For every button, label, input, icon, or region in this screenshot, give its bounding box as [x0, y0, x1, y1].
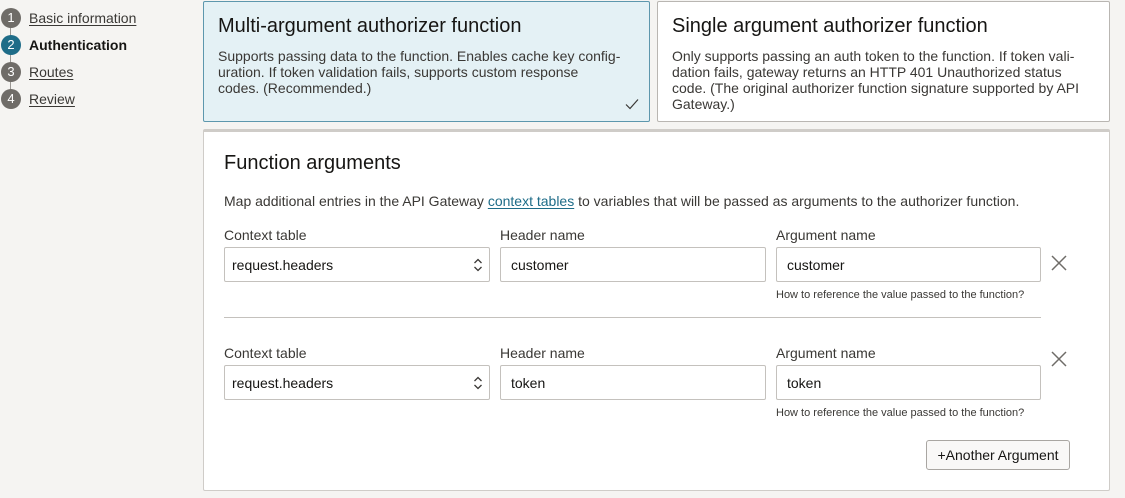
- multi-argument-card-description: Supports passing data to the function. E…: [218, 48, 635, 96]
- step-label-review[interactable]: Review: [29, 91, 75, 107]
- add-another-argument-button[interactable]: +Another Argument: [926, 440, 1070, 470]
- intro-text-after: to variables that will be passed as argu…: [574, 193, 1020, 209]
- step-number-3: 3: [1, 61, 21, 82]
- step-number-2: 2: [1, 34, 21, 55]
- single-argument-card-title: Single argument authorizer function: [672, 15, 988, 37]
- row-divider: [224, 317, 1041, 318]
- argument-name-hint: How to reference the value passed to the…: [776, 289, 1025, 301]
- desc-line: Supports passing data to the function. E…: [218, 48, 621, 64]
- desc-line: codes. (Recommended.): [218, 80, 372, 96]
- desc-line: uration. If token validation fails, supp…: [218, 64, 579, 80]
- header-name-input[interactable]: token: [500, 365, 766, 400]
- close-icon[interactable]: [1048, 252, 1070, 274]
- step-label-routes[interactable]: Routes: [29, 64, 73, 80]
- desc-line: code. (The original authorizer function …: [672, 80, 1080, 96]
- context-table-select[interactable]: request.headers: [224, 247, 490, 282]
- context-table-value: request.headers: [232, 374, 334, 391]
- chevron-updown-icon: [474, 376, 482, 390]
- step-number-1: 1: [1, 7, 21, 28]
- argument-name-label: Argument name: [776, 227, 876, 243]
- header-name-label: Header name: [500, 345, 585, 361]
- context-table-value: request.headers: [232, 256, 334, 273]
- context-table-label: Context table: [224, 345, 307, 361]
- single-argument-card-description: Only supports passing an auth token to t…: [672, 48, 1095, 112]
- context-table-label: Context table: [224, 227, 307, 243]
- function-arguments-panel: Function arguments Map additional entrie…: [203, 129, 1110, 491]
- intro-text-before: Map additional entries in the API Gatewa…: [224, 193, 488, 209]
- argument-name-input[interactable]: customer: [776, 247, 1041, 282]
- multi-argument-card[interactable]: Multi-argument authorizer function Suppo…: [203, 1, 650, 122]
- header-name-input[interactable]: customer: [500, 247, 766, 282]
- step-authentication[interactable]: 2 Authentication: [0, 31, 190, 58]
- chevron-updown-icon: [474, 258, 482, 272]
- multi-argument-card-title: Multi-argument authorizer function: [218, 15, 522, 37]
- desc-line: Only supports passing an auth token to t…: [672, 48, 1075, 64]
- argument-name-hint: How to reference the value passed to the…: [776, 407, 1025, 419]
- desc-line: dation fails, gateway returns an HTTP 40…: [672, 64, 1062, 80]
- context-table-select[interactable]: request.headers: [224, 365, 490, 400]
- argument-name-label: Argument name: [776, 345, 876, 361]
- context-tables-link[interactable]: context tables: [488, 193, 574, 209]
- desc-line: Gateway.): [672, 96, 735, 112]
- step-basic-information[interactable]: 1 Basic information: [0, 4, 190, 31]
- step-number-4: 4: [1, 88, 21, 109]
- step-routes[interactable]: 3 Routes: [0, 58, 190, 85]
- function-arguments-title: Function arguments: [224, 152, 401, 174]
- step-label-authentication: Authentication: [29, 36, 127, 53]
- header-name-label: Header name: [500, 227, 585, 243]
- close-icon[interactable]: [1048, 348, 1070, 370]
- single-argument-card[interactable]: Single argument authorizer function Only…: [657, 1, 1110, 122]
- wizard-stepper: 1 Basic information 2 Authentication 3 R…: [0, 4, 190, 112]
- check-icon: [625, 99, 639, 110]
- step-label-basic-information[interactable]: Basic information: [29, 10, 136, 26]
- function-arguments-intro: Map additional entries in the API Gatewa…: [224, 193, 1019, 209]
- argument-name-input[interactable]: token: [776, 365, 1041, 400]
- step-review[interactable]: 4 Review: [0, 85, 190, 112]
